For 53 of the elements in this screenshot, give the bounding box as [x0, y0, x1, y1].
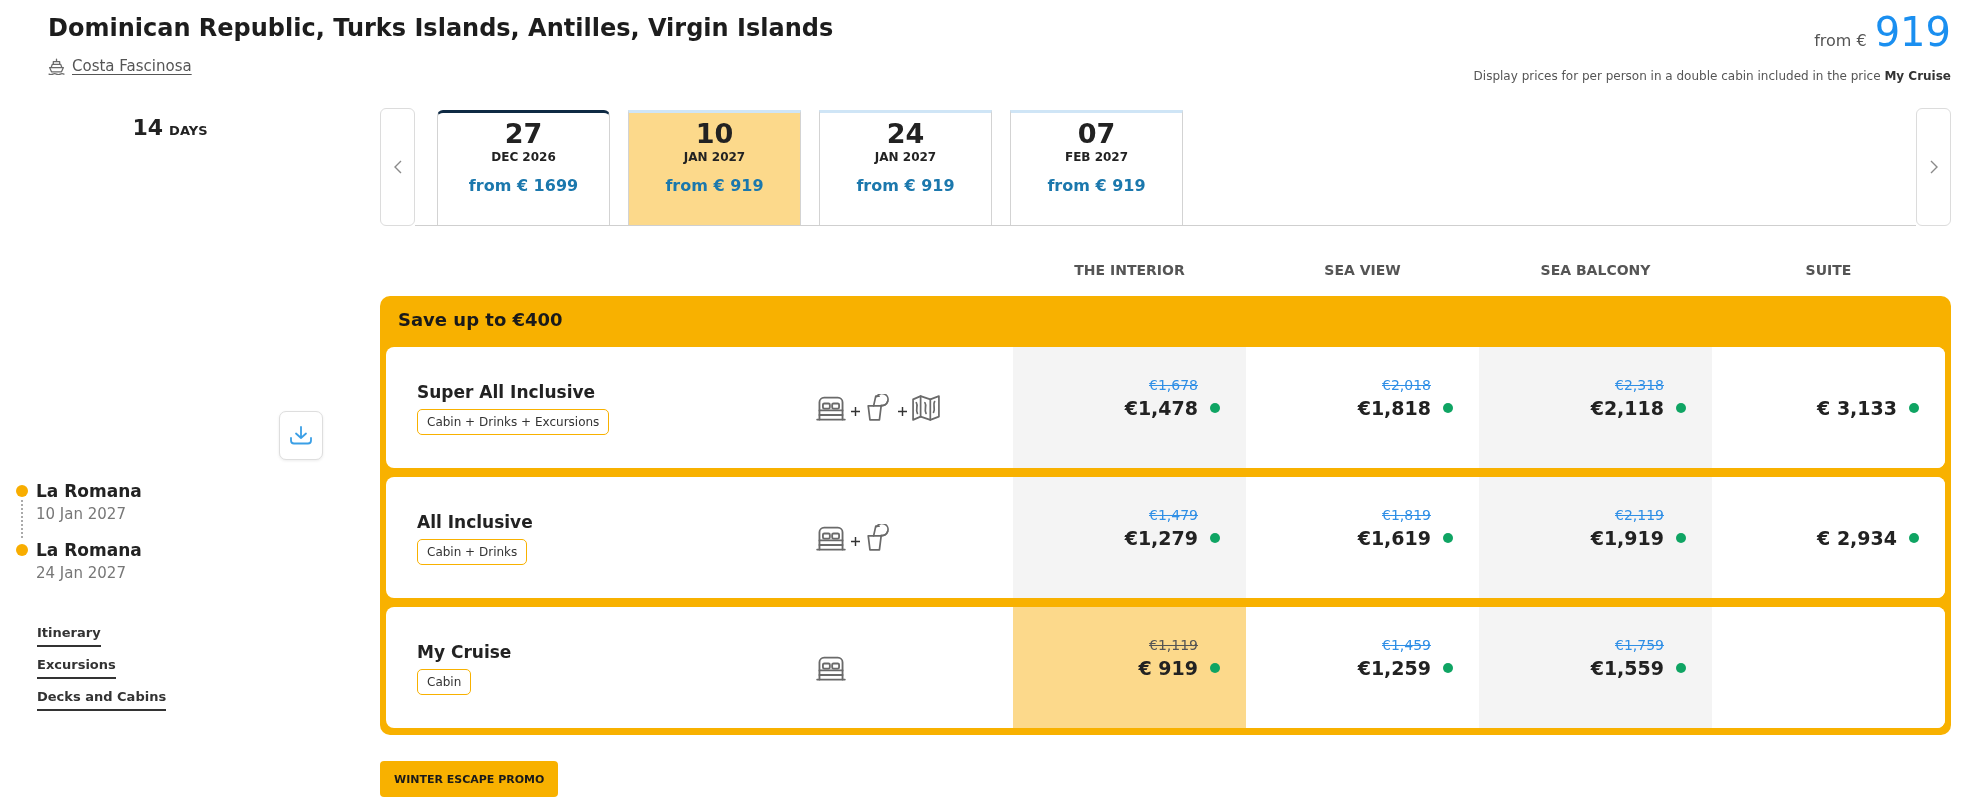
trip-title: Dominican Republic, Turks Islands, Antilles, Virgin Islands	[48, 13, 834, 44]
bed-icon	[816, 654, 846, 681]
column-header: THE INTERIOR	[1073, 261, 1186, 280]
route-dot-icon	[16, 544, 28, 556]
price-option[interactable]: €1,119 € 919	[1013, 607, 1246, 728]
plus-icon	[851, 537, 860, 546]
port-date: 10 Jan 2027	[36, 504, 127, 525]
price-option[interactable]: €1,759 €1,559	[1479, 607, 1712, 728]
price-option[interactable]: €2,318 €2,118	[1479, 347, 1712, 468]
package-name: All Inclusive	[417, 511, 534, 534]
chevron-right-icon	[1929, 160, 1938, 174]
price-option[interactable]: €2,119 €1,919	[1479, 477, 1712, 598]
download-button[interactable]	[279, 411, 323, 460]
bed-icon	[816, 394, 846, 421]
starting-price: 919	[1874, 12, 1951, 52]
inclusion-tag: Cabin	[417, 669, 472, 695]
date-tab[interactable]: 24 JAN 2027 from € 919	[819, 110, 992, 225]
route-dot-icon	[16, 485, 28, 497]
promo-button[interactable]: WINTER ESCAPE PROMO	[380, 761, 559, 797]
section-link[interactable]: Decks and Cabins	[37, 687, 167, 711]
port-date: 24 Jan 2027	[36, 563, 127, 584]
date-tab[interactable]: 27 DEC 2026 from € 1699	[437, 110, 610, 225]
package-name: Super All Inclusive	[417, 381, 597, 404]
section-link[interactable]: Excursions	[37, 655, 116, 679]
duration-unit: DAYS	[169, 123, 208, 138]
previous-button[interactable]	[380, 108, 415, 226]
column-header: SEA VIEW	[1323, 261, 1402, 280]
column-header: SEA BALCONY	[1539, 261, 1652, 280]
duration-number: 14	[132, 114, 164, 142]
section-link[interactable]: Itinerary	[37, 623, 101, 647]
next-button[interactable]	[1916, 108, 1951, 226]
date-tab[interactable]: 10 JAN 2027 from € 919	[628, 110, 801, 225]
port-name: La Romana	[36, 480, 142, 503]
price-prefix: from €	[1814, 31, 1867, 50]
price-note: Display prices for per person in a double cabin included in the price My Cruise	[1473, 68, 1951, 84]
column-header: SUITE	[1804, 261, 1853, 280]
ship-link[interactable]: Costa Fascinosa	[72, 56, 192, 76]
package-name: My Cruise	[417, 641, 513, 664]
bed-icon	[816, 524, 846, 551]
price-option[interactable]: €1,479 €1,279	[1013, 477, 1246, 598]
price-option[interactable]: €1,678 €1,478	[1013, 347, 1246, 468]
map-icon	[912, 394, 940, 421]
plus-icon	[898, 407, 907, 416]
date-tab[interactable]: 07 FEB 2027 from € 919	[1010, 110, 1183, 225]
port-name: La Romana	[36, 539, 142, 562]
inclusion-tag: Cabin + Drinks + Excursions	[417, 409, 610, 435]
savings-label: Save up to €400	[398, 308, 563, 332]
chevron-left-icon	[393, 160, 402, 174]
ship-icon	[48, 57, 65, 75]
inclusion-tag: Cabin + Drinks	[417, 539, 528, 565]
plus-icon	[851, 407, 860, 416]
route-line	[21, 500, 23, 538]
download-icon	[290, 426, 312, 445]
